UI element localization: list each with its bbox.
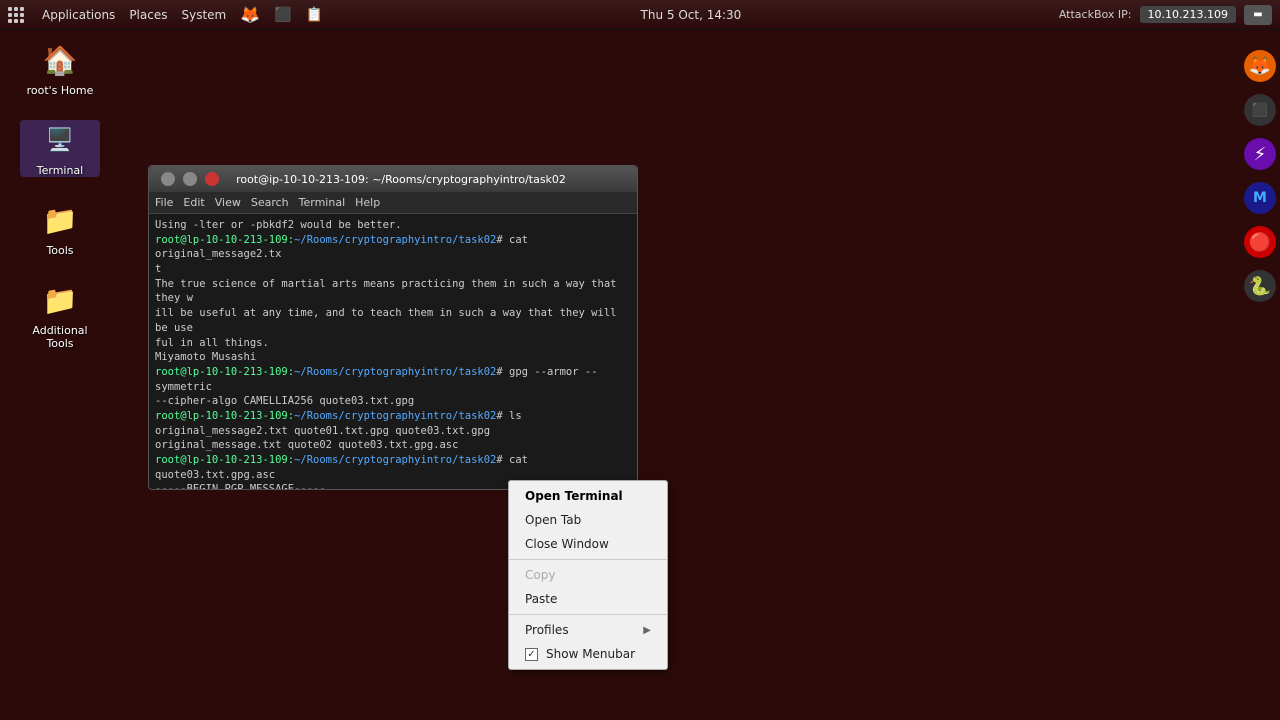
terminal-line: Using -lter or -pbkdf2 would be better. (155, 218, 631, 233)
ctx-open-tab[interactable]: Open Tab (509, 508, 667, 532)
ctx-paste[interactable]: Paste (509, 587, 667, 611)
ctx-show-menubar[interactable]: ✓ Show Menubar (509, 642, 667, 666)
minimize-button[interactable] (161, 172, 175, 186)
terminal-line: Miyamoto Musashi (155, 350, 631, 365)
menu-view[interactable]: View (215, 196, 241, 209)
terminal-sidebar-icon[interactable]: ⬛ (1244, 94, 1276, 126)
taskbar-left: Applications Places System 🦊 ⬛ 📋 (8, 5, 323, 24)
terminal-line: --cipher-algo CAMELLIA256 quote03.txt.gp… (155, 394, 631, 409)
terminal-line: root@lp-10-10-213-109:~/Rooms/cryptograp… (155, 409, 631, 424)
taskbar-system[interactable]: System (181, 8, 226, 22)
desktop-icon-additional-tools[interactable]: 📁 Additional Tools (20, 280, 100, 350)
ctx-separator-1 (509, 559, 667, 560)
ctx-copy-label: Copy (525, 568, 555, 582)
terminal-line: original_message.txt quote02 quote03.txt… (155, 438, 631, 453)
menu-edit[interactable]: Edit (183, 196, 204, 209)
apps-grid-icon (8, 7, 24, 23)
firefox-sidebar-icon[interactable]: 🦊 (1244, 50, 1276, 82)
ctx-separator-2 (509, 614, 667, 615)
terminal-icon-label: Terminal (37, 164, 84, 177)
terminal-content[interactable]: Using -lter or -pbkdf2 would be better. … (149, 214, 637, 489)
tools-icon-label: Tools (46, 244, 73, 257)
maximize-button[interactable] (183, 172, 197, 186)
terminal-title: root@ip-10-10-213-109: ~/Rooms/cryptogra… (219, 173, 583, 186)
ctx-close-window-label: Close Window (525, 537, 609, 551)
ctx-open-terminal[interactable]: Open Terminal (509, 484, 667, 508)
terminal-menubar: File Edit View Search Terminal Help (149, 192, 637, 214)
terminal-line: t (155, 262, 631, 277)
taskbar-applications[interactable]: Applications (42, 8, 115, 22)
ctx-show-menubar-label: Show Menubar (546, 647, 635, 661)
taskbar-datetime: Thu 5 Oct, 14:30 (641, 8, 742, 22)
home-icon: 🏠 (40, 40, 80, 80)
menu-terminal[interactable]: Terminal (299, 196, 346, 209)
terminal-line: ful in all things. (155, 336, 631, 351)
terminal-window: root@ip-10-10-213-109: ~/Rooms/cryptogra… (148, 165, 638, 490)
terminal-line: The true science of martial arts means p… (155, 277, 631, 306)
terminal-line: ill be useful at any time, and to teach … (155, 306, 631, 335)
terminal-icon[interactable]: ⬛ (274, 7, 291, 23)
display-icon: ▬ (1253, 9, 1262, 20)
ctx-profiles[interactable]: Profiles ▶ (509, 618, 667, 642)
window-controls (157, 172, 219, 186)
desktop-icon-terminal[interactable]: 🖥️ Terminal (20, 120, 100, 177)
menu-file[interactable]: File (155, 196, 173, 209)
terminal-line: original_message2.txt quote01.txt.gpg qu… (155, 424, 631, 439)
terminal-desktop-icon: 🖥️ (40, 120, 80, 160)
menu-search[interactable]: Search (251, 196, 289, 209)
extra-icon[interactable]: 📋 (306, 7, 323, 23)
tools-icon: 📁 (40, 200, 80, 240)
desktop: 🏠 root's Home 🖥️ Terminal 📁 Tools 📁 Addi… (0, 30, 1280, 720)
ctx-open-tab-label: Open Tab (525, 513, 581, 527)
ctx-open-terminal-label: Open Terminal (525, 489, 623, 503)
right-sidebar: 🦊 ⬛ ⚡ M 🔴 🐍 (1240, 30, 1280, 720)
taskbar-button[interactable]: ▬ (1244, 5, 1272, 25)
terminal-line: root@lp-10-10-213-109:~/Rooms/cryptograp… (155, 365, 631, 394)
red-sidebar-icon[interactable]: 🔴 (1244, 226, 1276, 258)
terminal-line: root@lp-10-10-213-109:~/Rooms/cryptograp… (155, 453, 631, 482)
additional-tools-icon: 📁 (40, 280, 80, 320)
taskbar: Applications Places System 🦊 ⬛ 📋 Thu 5 O… (0, 0, 1280, 30)
close-button[interactable] (205, 172, 219, 186)
m-sidebar-icon[interactable]: M (1244, 182, 1276, 214)
ctx-close-window[interactable]: Close Window (509, 532, 667, 556)
firefox-icon[interactable]: 🦊 (240, 5, 260, 24)
ctx-show-menubar-left: ✓ Show Menubar (525, 647, 635, 661)
attackbox-ip: 10.10.213.109 (1140, 6, 1236, 23)
ctx-copy: Copy (509, 563, 667, 587)
submenu-arrow-icon: ▶ (643, 625, 651, 636)
show-menubar-checkbox[interactable]: ✓ (525, 648, 538, 661)
desktop-icon-tools[interactable]: 📁 Tools (20, 200, 100, 257)
terminal-line: root@lp-10-10-213-109:~/Rooms/cryptograp… (155, 233, 631, 262)
ctx-profiles-label: Profiles (525, 623, 569, 637)
menu-help[interactable]: Help (355, 196, 380, 209)
attackbox-label: AttackBox IP: (1059, 8, 1132, 21)
terminal-titlebar: root@ip-10-10-213-109: ~/Rooms/cryptogra… (149, 166, 637, 192)
taskbar-places[interactable]: Places (129, 8, 167, 22)
ctx-paste-label: Paste (525, 592, 557, 606)
snake-sidebar-icon[interactable]: 🐍 (1244, 270, 1276, 302)
context-menu: Open Terminal Open Tab Close Window Copy… (508, 480, 668, 670)
additional-tools-icon-label: Additional Tools (20, 324, 100, 350)
taskbar-right: AttackBox IP: 10.10.213.109 ▬ (1059, 5, 1272, 25)
desktop-icon-home[interactable]: 🏠 root's Home (20, 40, 100, 97)
bolt-sidebar-icon[interactable]: ⚡ (1244, 138, 1276, 170)
home-icon-label: root's Home (27, 84, 94, 97)
